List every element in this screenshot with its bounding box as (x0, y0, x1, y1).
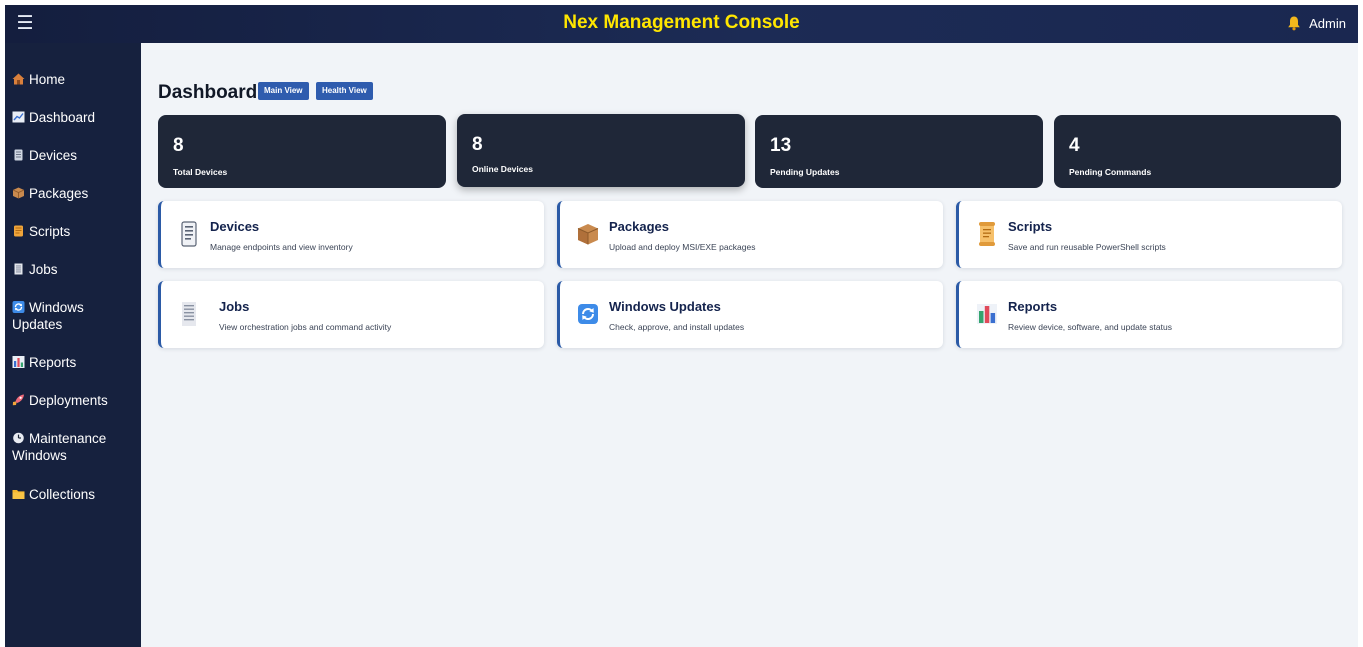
sidebar-item-packages[interactable]: Packages (5, 185, 141, 202)
stat-label: Pending Updates (770, 167, 840, 177)
stat-label: Pending Commands (1069, 167, 1152, 177)
device-icon (12, 148, 25, 161)
refresh-icon (12, 300, 25, 313)
package-icon (12, 186, 25, 199)
stat-value: 8 (472, 134, 483, 155)
sidebar-item-devices[interactable]: Devices (5, 147, 141, 164)
document-icon (12, 262, 25, 275)
app-title: Nex Management Console (563, 12, 800, 33)
card-scripts[interactable]: Scripts Save and run reusable PowerShell… (956, 201, 1342, 268)
app-window: ☰ Nex Management Console Admin Home Dash… (5, 5, 1358, 647)
stat-label: Online Devices (472, 164, 533, 174)
stat-card-pending-commands: 4 Pending Commands (1054, 115, 1341, 188)
card-description: Save and run reusable PowerShell scripts (1008, 242, 1166, 252)
user-name[interactable]: Admin (1309, 16, 1346, 31)
bar-chart-icon (975, 301, 999, 327)
stat-value: 13 (770, 135, 792, 156)
bar-chart-icon (12, 355, 25, 368)
card-description: Review device, software, and update stat… (1008, 322, 1172, 332)
sidebar-item-reports[interactable]: Reports (5, 354, 141, 371)
stat-card-online-devices: 8 Online Devices (457, 114, 745, 187)
device-icon (177, 221, 201, 247)
card-description: Manage endpoints and view inventory (210, 242, 353, 252)
scroll-icon (12, 224, 25, 237)
folder-icon (12, 487, 25, 499)
sidebar-item-home[interactable]: Home (5, 71, 141, 88)
scroll-icon (975, 221, 999, 247)
sidebar-item-jobs[interactable]: Jobs (5, 261, 141, 278)
top-bar: ☰ Nex Management Console Admin (5, 5, 1358, 43)
card-title: Jobs (219, 299, 250, 314)
card-description: Upload and deploy MSI/EXE packages (609, 242, 756, 252)
health-view-button[interactable]: Health View (316, 82, 373, 100)
card-title: Devices (210, 219, 260, 234)
sidebar-item-collections[interactable]: Collections (5, 486, 141, 503)
refresh-icon (576, 301, 600, 327)
card-jobs[interactable]: Jobs View orchestration jobs and command… (158, 281, 544, 348)
stat-value: 8 (173, 135, 184, 156)
sidebar-item-scripts[interactable]: Scripts (5, 223, 141, 240)
user-menu[interactable]: Admin (1287, 15, 1346, 31)
bell-icon[interactable] (1287, 15, 1301, 31)
card-title: Reports (1008, 299, 1058, 314)
card-reports[interactable]: Reports Review device, software, and upd… (956, 281, 1342, 348)
card-title: Scripts (1008, 219, 1053, 234)
stat-card-pending-updates: 13 Pending Updates (755, 115, 1043, 188)
card-windows-updates[interactable]: Windows Updates Check, approve, and inst… (557, 281, 943, 348)
page-title: Dashboard (158, 82, 258, 103)
sidebar-item-dashboard[interactable]: Dashboard (5, 109, 141, 126)
card-devices[interactable]: Devices Manage endpoints and view invent… (158, 201, 544, 268)
rocket-icon (12, 393, 25, 406)
hamburger-menu-icon[interactable]: ☰ (15, 13, 35, 35)
main-content: Dashboard Main View Health View 8 Total … (141, 43, 1358, 647)
stat-card-total-devices: 8 Total Devices (158, 115, 446, 188)
stat-value: 4 (1069, 135, 1080, 156)
card-description: Check, approve, and install updates (609, 322, 745, 332)
clock-icon (12, 431, 25, 444)
sidebar-item-deployments[interactable]: Deployments (5, 392, 141, 409)
card-title: Windows Updates (609, 299, 721, 314)
card-title: Packages (609, 219, 669, 234)
main-view-button[interactable]: Main View (258, 82, 309, 100)
sidebar-item-windows-updates[interactable]: Windows Updates (5, 299, 141, 333)
sidebar-item-maintenance-windows[interactable]: Maintenance Windows (5, 430, 141, 464)
sidebar: Home Dashboard Devices Packages Scripts … (5, 43, 141, 647)
chart-icon (12, 110, 25, 123)
house-icon (12, 72, 25, 85)
card-description: View orchestration jobs and command acti… (219, 322, 392, 332)
document-icon (177, 301, 201, 327)
stat-label: Total Devices (173, 167, 228, 177)
package-icon (576, 221, 600, 247)
card-packages[interactable]: Packages Upload and deploy MSI/EXE packa… (557, 201, 943, 268)
